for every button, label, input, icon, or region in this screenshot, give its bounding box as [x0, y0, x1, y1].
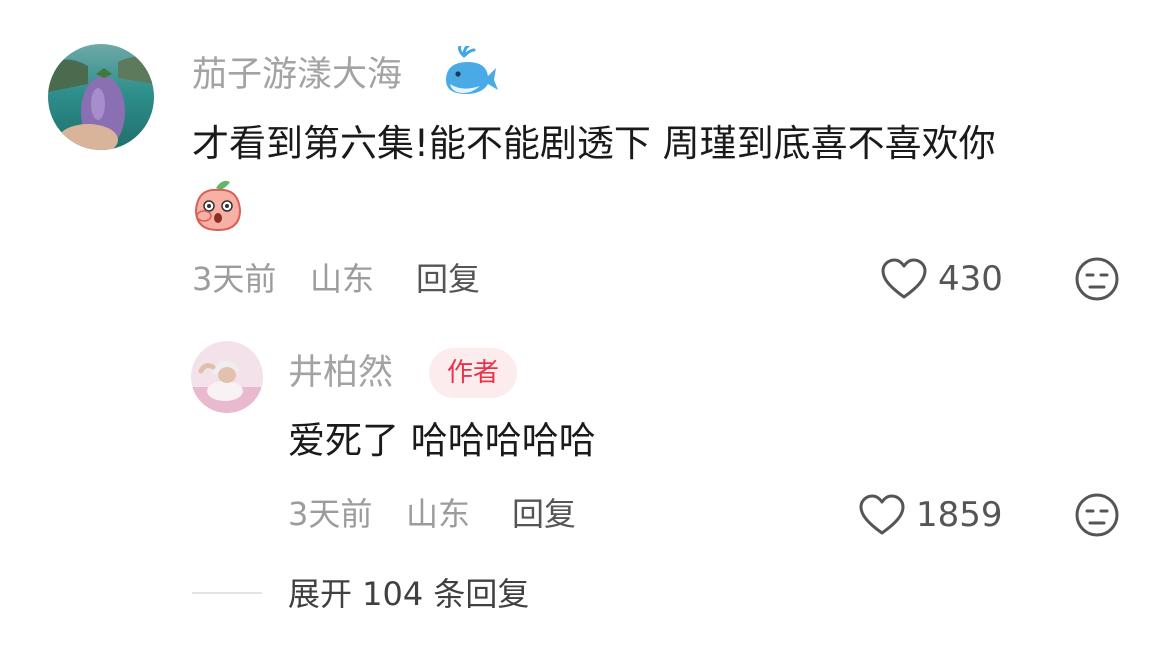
commenter-username[interactable]: 茄子游漾大海	[192, 54, 402, 96]
replier-avatar[interactable]	[191, 341, 263, 413]
author-badge: 作者	[429, 348, 518, 398]
comment-like-count: 430	[938, 259, 1003, 299]
reply-like-button[interactable]: 1859	[858, 493, 1003, 537]
peach-shocked-emoji	[192, 178, 244, 232]
comment-location: 山东	[310, 260, 375, 298]
unamused-face-icon	[1075, 257, 1119, 301]
replier-username[interactable]: 井柏然	[288, 352, 393, 394]
expand-divider	[192, 592, 262, 594]
comment-thread: 茄子游漾大海 才看到第六集!能不能剧透下 周瑾到底喜不喜欢你 3天前 山东 回复…	[0, 0, 1169, 659]
reply-like-count: 1859	[916, 495, 1003, 535]
comment-reply-button[interactable]: 回复	[416, 259, 480, 299]
reply-location: 山东	[406, 495, 471, 533]
reply-dislike-button[interactable]	[1074, 492, 1120, 538]
heart-icon	[881, 258, 927, 299]
comment-like-button[interactable]: 430	[880, 257, 1003, 301]
unamused-face-icon	[1075, 493, 1119, 537]
comment-text: 才看到第六集!能不能剧透下 周瑾到底喜不喜欢你	[192, 122, 996, 165]
comment-dislike-button[interactable]	[1074, 256, 1120, 302]
reply-time: 3天前	[288, 495, 373, 533]
whale-icon	[442, 44, 498, 98]
expand-replies-button[interactable]: 展开 104 条回复	[288, 574, 529, 614]
reply-reply-button[interactable]: 回复	[512, 494, 576, 534]
commenter-avatar[interactable]	[48, 44, 154, 150]
reply-text: 爱死了 哈哈哈哈哈	[288, 419, 596, 462]
heart-icon	[859, 494, 905, 535]
comment-time: 3天前	[192, 260, 277, 298]
